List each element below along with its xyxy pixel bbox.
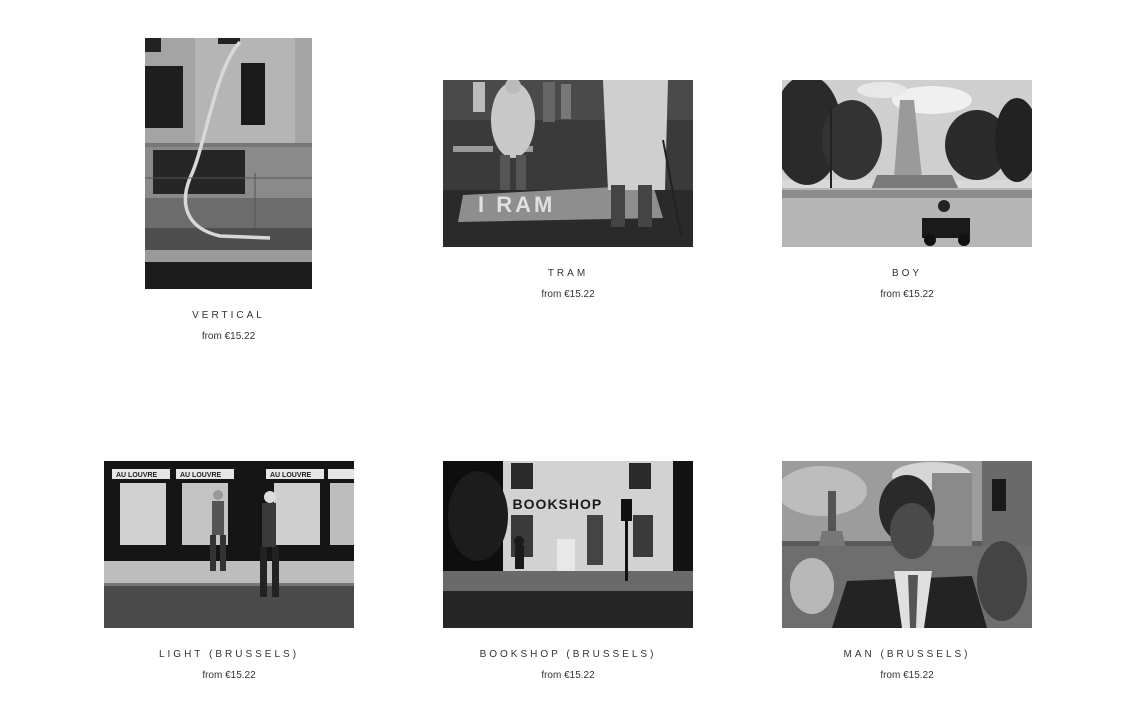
product-image-tram[interactable]: I RAM	[443, 80, 693, 247]
product-image-bookshop-brussels[interactable]: RTIN BOOKSHOP	[443, 461, 693, 628]
product-image-light-brussels[interactable]: AU LOUVRE AU LOUVRE AU LOUVRE	[104, 461, 354, 628]
product-card-tram[interactable]: I RAM TRAM from €15.22	[443, 80, 693, 306]
product-card-bookshop-brussels[interactable]: RTIN BOOKSHOP BOOKSHOP (BRUSSELS) from €…	[443, 461, 693, 687]
statue-boy-car-icon	[782, 80, 1032, 247]
product-title[interactable]: TRAM	[443, 268, 693, 279]
product-price: from €15.22	[880, 289, 934, 300]
tram-crossing-icon: I RAM	[443, 80, 693, 247]
product-price: from €15.22	[880, 670, 934, 681]
man-crowd-icon	[782, 461, 1032, 628]
product-card-man-brussels[interactable]: MAN (BRUSSELS) from €15.22	[782, 461, 1032, 687]
product-card-boy[interactable]: BOY from €15.22	[782, 80, 1032, 306]
product-title[interactable]: BOY	[782, 268, 1032, 279]
bookshop-facade-icon: RTIN BOOKSHOP	[443, 461, 693, 628]
product-image-boy[interactable]	[782, 80, 1032, 247]
product-card-light-brussels[interactable]: AU LOUVRE AU LOUVRE AU LOUVRE LIGHT (BRU…	[104, 461, 354, 687]
product-title[interactable]: BOOKSHOP (BRUSSELS)	[443, 649, 693, 660]
product-title[interactable]: MAN (BRUSSELS)	[782, 649, 1032, 660]
product-price: from €15.22	[202, 670, 256, 681]
svg-text:AU LOUVRE: AU LOUVRE	[180, 472, 222, 479]
product-price: from €15.22	[201, 331, 256, 342]
product-card-vertical[interactable]: VERTICAL from €15.22	[145, 38, 312, 348]
svg-text:I RAM: I RAM	[478, 192, 555, 217]
product-image-man-brussels[interactable]	[782, 461, 1032, 628]
building-wall-pipe-icon	[145, 38, 312, 289]
product-image-vertical[interactable]	[145, 38, 312, 289]
svg-text:AU LOUVRE: AU LOUVRE	[116, 472, 158, 479]
product-price: from €15.22	[541, 670, 595, 681]
product-title[interactable]: VERTICAL	[145, 310, 312, 321]
au-louvre-street-icon: AU LOUVRE AU LOUVRE AU LOUVRE	[104, 461, 354, 628]
product-title[interactable]: LIGHT (BRUSSELS)	[104, 649, 354, 660]
svg-text:AU LOUVRE: AU LOUVRE	[270, 472, 312, 479]
product-price: from €15.22	[541, 289, 595, 300]
